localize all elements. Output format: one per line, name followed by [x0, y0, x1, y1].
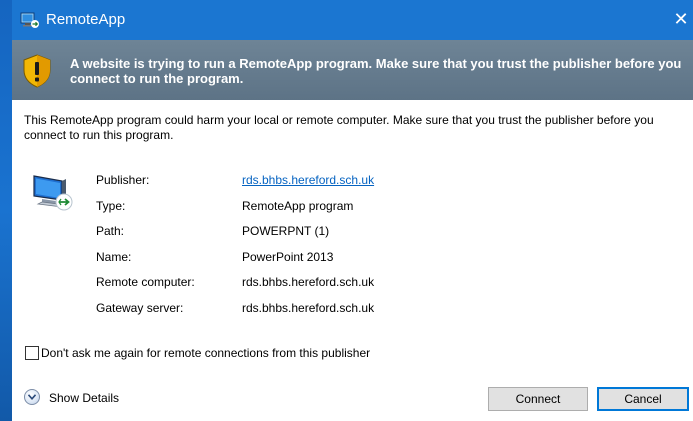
detail-label: Type: [96, 198, 126, 213]
remote-computer-icon [32, 172, 80, 212]
dont-ask-again-checkbox[interactable] [25, 346, 39, 360]
detail-label: Publisher: [96, 173, 150, 187]
detail-label: Name: [96, 249, 132, 264]
detail-row-path: Path: POWERPNT (1) [96, 224, 596, 250]
detail-label: Gateway server: [96, 300, 184, 315]
title-bar[interactable]: RemoteApp ✕ [12, 0, 693, 40]
publisher-link[interactable]: rds.bhbs.hereford.sch.uk [242, 173, 374, 187]
desktop-background [0, 0, 12, 421]
detail-row-gateway-server: Gateway server: rds.bhbs.hereford.sch.uk [96, 301, 596, 327]
detail-label: Remote computer: [96, 275, 195, 289]
detail-row-name: Name: PowerPoint 2013 [96, 250, 596, 276]
remoteapp-dialog: RemoteApp ✕ A website is trying to run a… [12, 0, 693, 421]
close-button[interactable]: ✕ [669, 4, 693, 34]
detail-value: RemoteApp program [242, 198, 354, 213]
dont-ask-again-label[interactable]: Don't ask me again for remote connection… [41, 346, 370, 360]
detail-label: Path: [96, 224, 125, 238]
connection-details: Publisher: rds.bhbs.hereford.sch.uk Type… [96, 173, 596, 326]
detail-value: POWERPNT (1) [242, 224, 330, 238]
banner-message: A website is trying to run a RemoteApp p… [70, 56, 682, 86]
cancel-button[interactable]: Cancel [597, 387, 689, 411]
remoteapp-icon [20, 11, 40, 29]
security-warning-banner: A website is trying to run a RemoteApp p… [12, 40, 693, 100]
detail-row-type: Type: RemoteApp program [96, 199, 596, 225]
detail-value: PowerPoint 2013 [242, 249, 334, 264]
chevron-down-icon[interactable] [24, 389, 40, 405]
detail-row-remote-computer: Remote computer: rds.bhbs.hereford.sch.u… [96, 275, 596, 301]
warning-shield-icon [22, 54, 52, 88]
detail-value: rds.bhbs.hereford.sch.uk [242, 275, 375, 289]
intro-message: This RemoteApp program could harm your l… [24, 113, 654, 142]
window-title: RemoteApp [46, 11, 126, 28]
detail-row-publisher: Publisher: rds.bhbs.hereford.sch.uk [96, 173, 596, 199]
detail-value: rds.bhbs.hereford.sch.uk [242, 300, 375, 315]
connect-button[interactable]: Connect [488, 387, 588, 411]
show-details-label[interactable]: Show Details [49, 391, 119, 405]
